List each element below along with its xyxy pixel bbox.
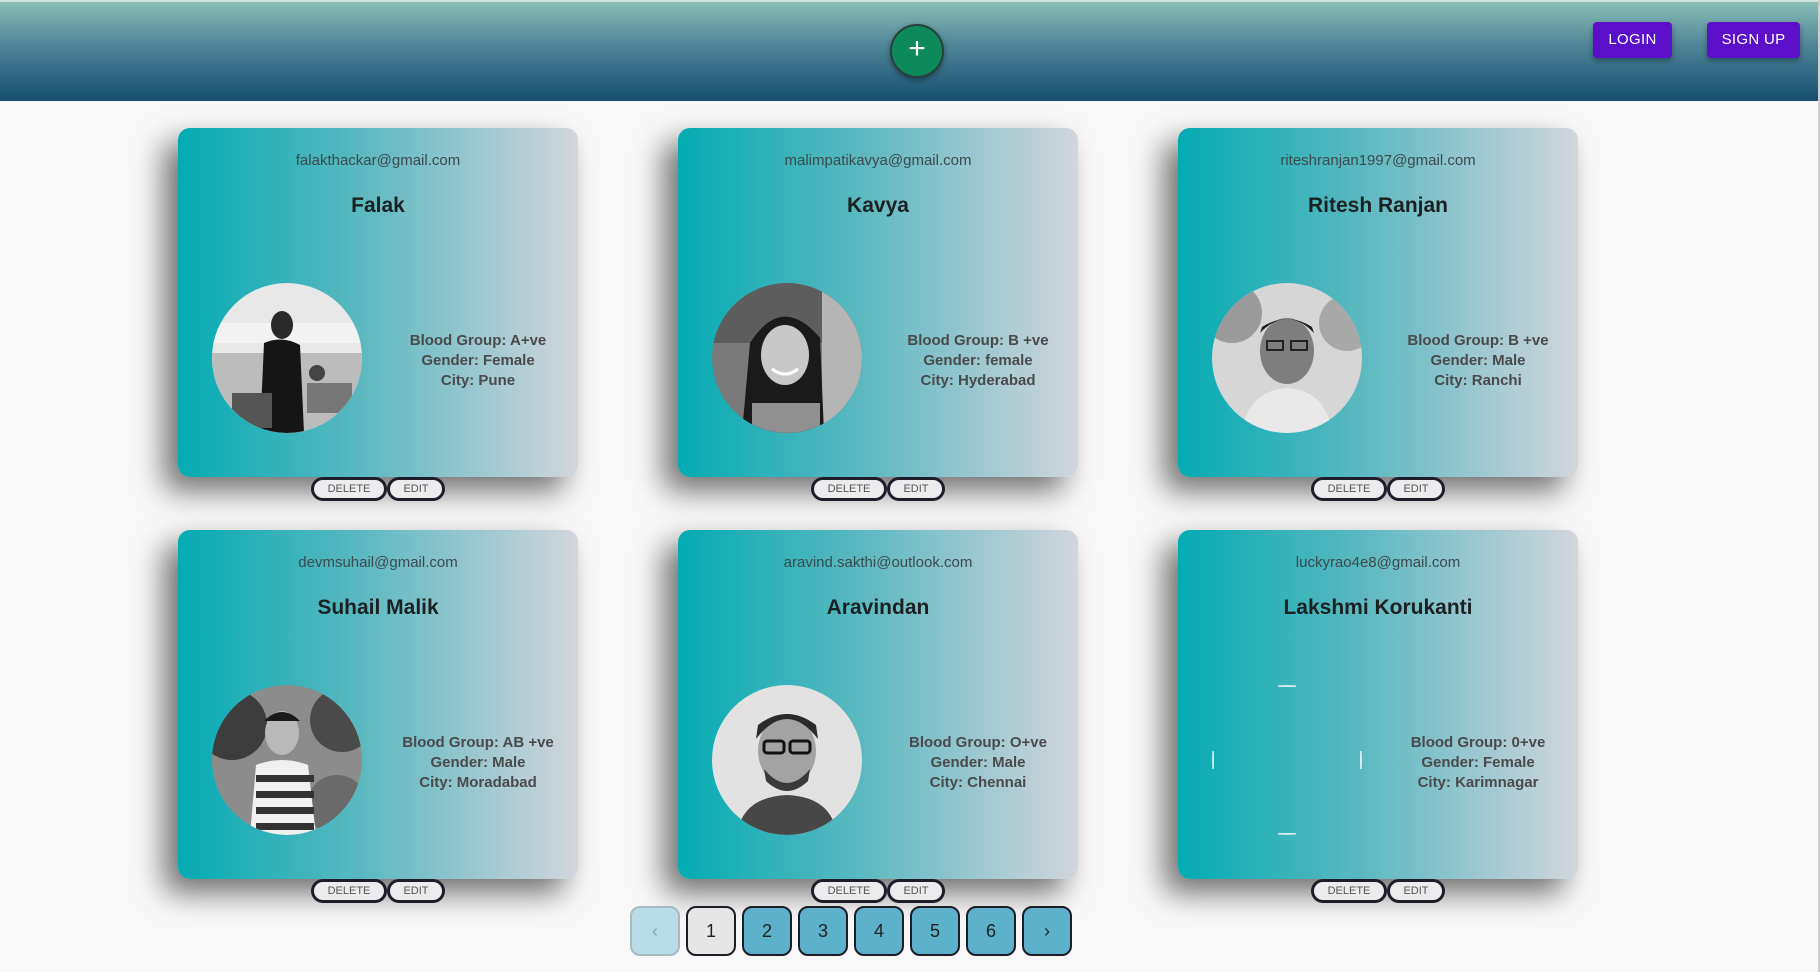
add-donor-button[interactable]: + xyxy=(890,24,944,78)
donor-email: falakthackar@gmail.com xyxy=(295,152,461,169)
plus-icon: + xyxy=(908,32,926,65)
donor-name: Suhail Malik xyxy=(317,596,439,619)
donor-name: Ritesh Ranjan xyxy=(1307,194,1449,217)
gender: Gender: female xyxy=(923,352,1033,369)
donor-name: Aravindan xyxy=(826,596,930,619)
card-actions: DELETE EDIT xyxy=(1311,477,1445,501)
edit-button[interactable]: EDIT xyxy=(1387,477,1445,501)
card-actions: DELETE EDIT xyxy=(311,477,445,501)
donor-details: Blood Group: A+ve Gender: Female City: P… xyxy=(378,331,578,391)
donor-name: Falak xyxy=(351,194,405,217)
donor-details: Blood Group: B +ve Gender: female City: … xyxy=(878,331,1078,391)
broken-image-avatar xyxy=(1212,685,1362,835)
chevron-left-icon: ‹ xyxy=(652,921,658,941)
donor-card: luckyrao4e8@gmail.com Lakshmi Korukanti … xyxy=(1178,530,1578,879)
page-button-5[interactable]: 5 xyxy=(910,906,960,956)
blood-group: Blood Group: B +ve xyxy=(907,332,1049,349)
gender: Gender: Male xyxy=(1430,352,1526,369)
card-actions: DELETE EDIT xyxy=(311,879,445,903)
page-button-1[interactable]: 1 xyxy=(686,906,736,956)
edit-button[interactable]: EDIT xyxy=(887,879,945,903)
donor-card: devmsuhail@gmail.com Suhail Malik Blood … xyxy=(178,530,578,879)
city: City: Moradabad xyxy=(419,774,537,791)
donor-card: riteshranjan1997@gmail.com Ritesh Ranjan… xyxy=(1178,128,1578,477)
signup-button[interactable]: SIGN UP xyxy=(1707,22,1800,58)
donor-avatar xyxy=(212,685,362,835)
donor-avatar xyxy=(1212,283,1362,433)
donor-name: Lakshmi Korukanti xyxy=(1283,596,1473,619)
delete-button[interactable]: DELETE xyxy=(311,477,387,501)
city: City: Karimnagar xyxy=(1417,774,1539,791)
city: City: Pune xyxy=(440,372,516,389)
page-button-3[interactable]: 3 xyxy=(798,906,848,956)
donor-details: Blood Group: 0+ve Gender: Female City: K… xyxy=(1378,733,1578,793)
donor-card: aravind.sakthi@outlook.com Aravindan Blo… xyxy=(678,530,1078,879)
blood-group: Blood Group: A+ve xyxy=(409,332,547,349)
donor-details: Blood Group: AB +ve Gender: Male City: M… xyxy=(378,733,578,793)
donor-details: Blood Group: O+ve Gender: Male City: Che… xyxy=(878,733,1078,793)
gender: Gender: Female xyxy=(1421,754,1535,771)
page-button-2[interactable]: 2 xyxy=(742,906,792,956)
donor-details: Blood Group: B +ve Gender: Male City: Ra… xyxy=(1378,331,1578,391)
chevron-right-icon: › xyxy=(1044,921,1050,941)
delete-button[interactable]: DELETE xyxy=(811,477,887,501)
donor-card: falakthackar@gmail.com Falak Blood Group… xyxy=(178,128,578,477)
gender: Gender: Male xyxy=(430,754,526,771)
donor-email: malimpatikavya@gmail.com xyxy=(784,152,972,169)
pagination: ‹ 1 2 3 4 5 6 › xyxy=(630,906,1072,956)
donor-card: malimpatikavya@gmail.com Kavya Blood Gro… xyxy=(678,128,1078,477)
donor-avatar xyxy=(212,283,362,433)
delete-button[interactable]: DELETE xyxy=(311,879,387,903)
donor-avatar xyxy=(712,685,862,835)
city: City: Hyderabad xyxy=(920,372,1036,389)
edit-button[interactable]: EDIT xyxy=(387,477,445,501)
page-button-4[interactable]: 4 xyxy=(854,906,904,956)
donor-email: devmsuhail@gmail.com xyxy=(298,554,458,571)
app-header: + LOGIN SIGN UP xyxy=(0,0,1820,101)
donor-name: Kavya xyxy=(847,194,909,217)
blood-group: Blood Group: B +ve xyxy=(1407,332,1549,349)
edit-button[interactable]: EDIT xyxy=(387,879,445,903)
prev-page-button[interactable]: ‹ xyxy=(630,906,680,956)
edit-button[interactable]: EDIT xyxy=(887,477,945,501)
blood-group: Blood Group: 0+ve xyxy=(1410,734,1546,751)
donor-avatar xyxy=(712,283,862,433)
gender: Gender: Male xyxy=(930,754,1026,771)
delete-button[interactable]: DELETE xyxy=(1311,879,1387,903)
delete-button[interactable]: DELETE xyxy=(811,879,887,903)
city: City: Ranchi xyxy=(1434,372,1522,389)
card-actions: DELETE EDIT xyxy=(811,879,945,903)
card-actions: DELETE EDIT xyxy=(1311,879,1445,903)
donor-email: riteshranjan1997@gmail.com xyxy=(1280,152,1476,169)
donor-email: aravind.sakthi@outlook.com xyxy=(783,554,973,571)
login-button[interactable]: LOGIN xyxy=(1593,22,1672,58)
gender: Gender: Female xyxy=(421,352,535,369)
card-actions: DELETE EDIT xyxy=(811,477,945,501)
blood-group: Blood Group: AB +ve xyxy=(402,734,554,751)
donor-email: luckyrao4e8@gmail.com xyxy=(1295,554,1461,571)
city: City: Chennai xyxy=(929,774,1027,791)
page-button-6[interactable]: 6 xyxy=(966,906,1016,956)
next-page-button[interactable]: › xyxy=(1022,906,1072,956)
delete-button[interactable]: DELETE xyxy=(1311,477,1387,501)
edit-button[interactable]: EDIT xyxy=(1387,879,1445,903)
blood-group: Blood Group: O+ve xyxy=(909,734,1047,751)
